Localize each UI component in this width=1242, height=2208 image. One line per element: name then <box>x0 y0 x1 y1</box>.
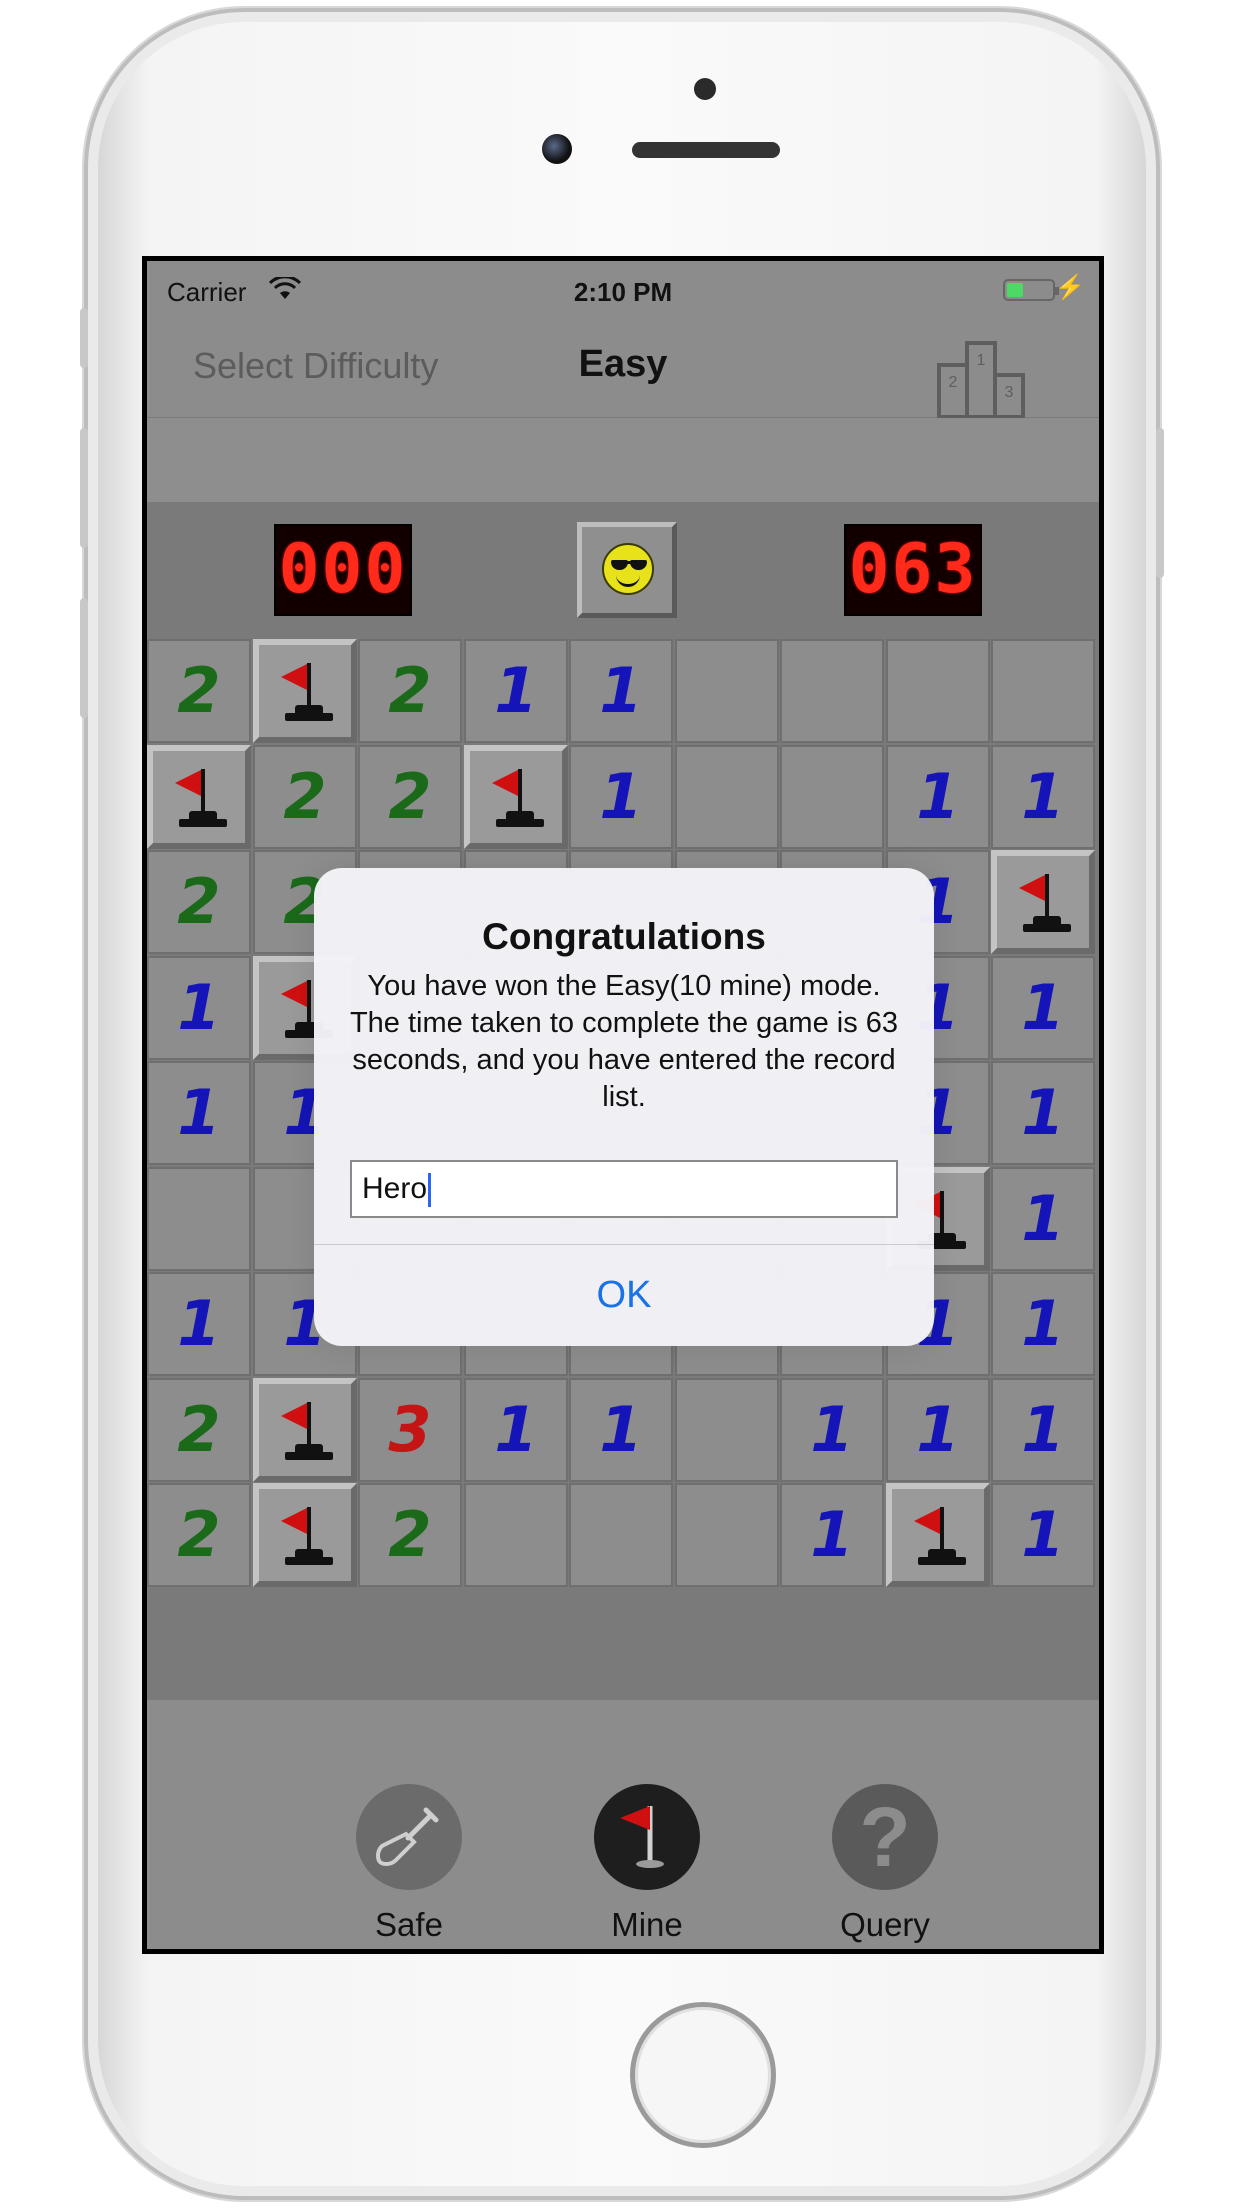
flagged-cell[interactable] <box>886 1483 990 1587</box>
flagged-cell[interactable] <box>253 1483 357 1587</box>
empty-cell[interactable] <box>675 1378 779 1482</box>
flag-icon <box>281 1503 333 1569</box>
number-cell[interactable]: 1 <box>886 1378 990 1482</box>
podium-third-label: 3 <box>1005 384 1014 401</box>
flagged-cell[interactable] <box>464 745 568 849</box>
tool-bar: Safe Mine ? Query <box>147 1700 1099 1949</box>
number-cell[interactable]: 1 <box>991 745 1095 849</box>
empty-cell[interactable] <box>675 639 779 743</box>
volume-down-button <box>80 598 88 718</box>
number-cell[interactable]: 2 <box>147 1378 251 1482</box>
question-icon: ? <box>832 1784 938 1890</box>
congratulations-dialog: Congratulations You have won the Easy(10… <box>314 868 934 1346</box>
query-tool-label: Query <box>840 1906 930 1943</box>
podium-second-label: 2 <box>949 374 958 391</box>
empty-cell[interactable] <box>464 1483 568 1587</box>
number-cell[interactable]: 1 <box>991 1061 1095 1165</box>
flagged-cell[interactable] <box>253 639 357 743</box>
flag-icon <box>281 1398 333 1464</box>
flag-icon <box>175 765 227 831</box>
podium-first-label: 1 <box>977 352 986 369</box>
number-cell[interactable]: 2 <box>147 639 251 743</box>
shovel-icon <box>356 1784 462 1890</box>
number-cell[interactable]: 1 <box>147 1061 251 1165</box>
empty-cell[interactable] <box>991 639 1095 743</box>
number-cell[interactable]: 1 <box>569 639 673 743</box>
safe-tool-label: Safe <box>375 1906 443 1943</box>
mine-tool-button[interactable]: Mine <box>577 1784 717 1944</box>
number-cell[interactable]: 1 <box>780 1378 884 1482</box>
number-cell[interactable]: 1 <box>569 745 673 849</box>
empty-cell[interactable] <box>780 639 884 743</box>
number-cell[interactable]: 1 <box>569 1378 673 1482</box>
text-caret <box>428 1173 432 1208</box>
navigation-bar: Select Difficulty Easy 2 1 3 <box>147 317 1099 419</box>
flagged-cell[interactable] <box>253 1378 357 1482</box>
number-cell[interactable]: 1 <box>886 745 990 849</box>
battery-icon <box>1003 279 1059 301</box>
flag-icon <box>281 659 333 725</box>
number-cell[interactable]: 2 <box>358 1483 462 1587</box>
number-cell[interactable]: 1 <box>991 1272 1095 1376</box>
number-cell[interactable]: 1 <box>147 1272 251 1376</box>
empty-cell[interactable] <box>780 745 884 849</box>
safe-tool-button[interactable]: Safe <box>339 1784 479 1944</box>
home-button[interactable] <box>630 2002 776 2148</box>
number-cell[interactable]: 1 <box>464 1378 568 1482</box>
mute-switch <box>80 308 88 368</box>
dialog-message: You have won the Easy(10 mine) mode. The… <box>349 970 899 1113</box>
dialog-title: Congratulations <box>482 916 766 957</box>
number-cell[interactable]: 3 <box>358 1378 462 1482</box>
status-bar: Carrier 2:10 PM ⚡ <box>147 261 1099 317</box>
clock: 2:10 PM <box>573 277 673 307</box>
flag-icon <box>492 765 544 831</box>
query-tool-button[interactable]: ? Query <box>815 1784 955 1944</box>
number-cell[interactable]: 2 <box>147 850 251 954</box>
flag-icon <box>914 1503 966 1569</box>
spacer-band <box>147 418 1099 502</box>
ok-button[interactable]: OK <box>314 1245 934 1346</box>
mine-tool-label: Mine <box>611 1906 683 1943</box>
number-cell[interactable]: 1 <box>991 1483 1095 1587</box>
charging-bolt-icon: ⚡ <box>1055 274 1085 301</box>
empty-cell[interactable] <box>569 1483 673 1587</box>
player-name-input[interactable]: Hero <box>350 1160 898 1218</box>
volume-up-button <box>80 428 88 548</box>
empty-cell[interactable] <box>675 1483 779 1587</box>
podium-icon[interactable]: 2 1 3 <box>937 339 1025 419</box>
mines-remaining-display: 000 <box>274 524 412 616</box>
number-cell[interactable]: 1 <box>464 639 568 743</box>
sunglasses-smiley-icon <box>602 543 654 595</box>
number-cell[interactable]: 1 <box>991 1378 1095 1482</box>
number-cell[interactable]: 2 <box>358 639 462 743</box>
flag-icon <box>594 1784 700 1890</box>
empty-cell[interactable] <box>675 745 779 849</box>
front-camera <box>542 134 572 164</box>
player-name-value: Hero <box>362 1172 428 1205</box>
number-cell[interactable]: 1 <box>991 1167 1095 1271</box>
flagged-cell[interactable] <box>147 745 251 849</box>
number-cell[interactable]: 2 <box>253 745 357 849</box>
proximity-sensor <box>694 78 716 100</box>
power-button <box>1156 428 1164 578</box>
counter-panel: 000 063 <box>147 502 1099 638</box>
number-cell[interactable]: 1 <box>147 956 251 1060</box>
empty-cell[interactable] <box>147 1167 251 1271</box>
number-cell[interactable]: 1 <box>780 1483 884 1587</box>
empty-cell[interactable] <box>886 639 990 743</box>
number-cell[interactable]: 1 <box>991 956 1095 1060</box>
reset-face-button[interactable] <box>577 522 677 618</box>
number-cell[interactable]: 2 <box>358 745 462 849</box>
flag-icon <box>1019 870 1071 936</box>
timer-display: 063 <box>844 524 982 616</box>
flagged-cell[interactable] <box>991 850 1095 954</box>
number-cell[interactable]: 2 <box>147 1483 251 1587</box>
earpiece-speaker <box>632 142 780 158</box>
